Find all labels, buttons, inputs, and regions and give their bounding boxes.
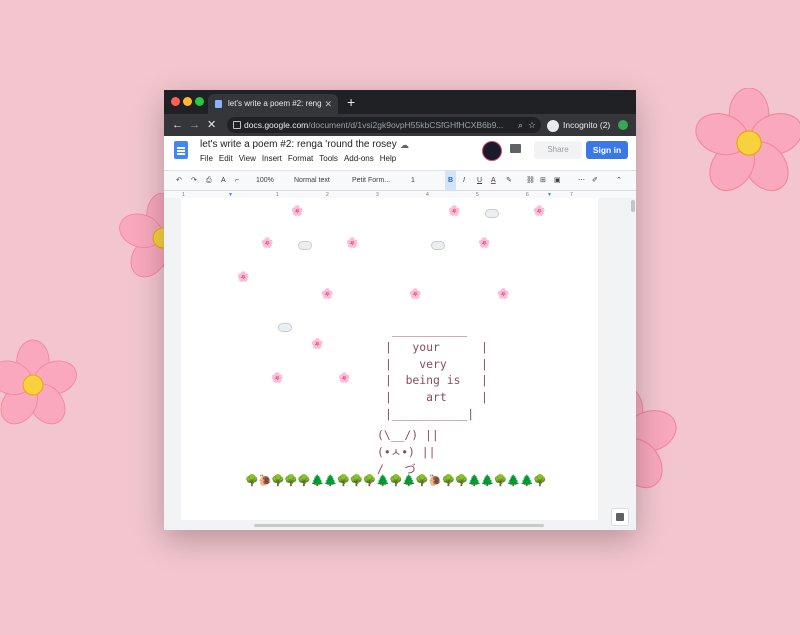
editing-mode-icon[interactable]: ✐ [592, 171, 598, 190]
petal-emoji: 🌸 [338, 373, 351, 384]
italic-button[interactable]: I [463, 171, 465, 190]
add-comment-icon[interactable]: ⊞ [540, 171, 546, 190]
more-options-button[interactable]: ⋯ [578, 171, 585, 190]
cloud-emoji [298, 241, 312, 250]
browser-window: let's write a poem #2: renga 'ro ✕ + ← →… [164, 90, 636, 530]
docs-favicon-icon [215, 100, 222, 108]
bunny-line: (\__/) || [377, 428, 439, 442]
spellcheck-icon[interactable]: A [221, 171, 226, 190]
forward-button[interactable]: → [189, 117, 200, 133]
petal-emoji: 🌸 [271, 373, 284, 384]
share-button[interactable]: Share [534, 141, 582, 159]
link-icon[interactable]: ⛓ [526, 171, 535, 190]
document-page[interactable]: 🌸 🌸 🌸 🌸 🌸 🌸 🌸 🌸 🌸 🌸 🌸 🌸 🌸 ___________ | … [181, 198, 598, 520]
petal-emoji: 🌸 [478, 238, 491, 249]
document-canvas: 🌸 🌸 🌸 🌸 🌸 🌸 🌸 🌸 🌸 🌸 🌸 🌸 🌸 ___________ | … [164, 198, 636, 530]
zoom-window-button[interactable] [195, 97, 204, 106]
menu-view[interactable]: View [239, 154, 256, 163]
text-color-button[interactable]: A [491, 171, 496, 190]
underline-button[interactable]: U [477, 171, 482, 190]
address-bar[interactable]: docs.google.com/document/d/1vsi2gk9ovpH5… [227, 117, 541, 133]
address-bar-row: ← → ✕ docs.google.com/document/d/1vsi2gk… [164, 114, 636, 136]
lock-icon [233, 121, 241, 129]
collaborator-avatar[interactable] [482, 141, 502, 161]
vertical-scrollbar[interactable] [630, 198, 636, 530]
bunny-line: (•ㅅ•) || [377, 444, 436, 459]
cloud-emoji [431, 241, 445, 250]
cloud-saved-icon[interactable]: ☁ [400, 140, 409, 151]
cloud-emoji [278, 323, 292, 332]
extension-icon[interactable] [618, 120, 628, 130]
petal-emoji: 🌸 [346, 238, 359, 249]
poem-box-bottom: |___________| [385, 406, 475, 421]
poem-line: | your | [385, 339, 488, 354]
petal-emoji: 🌸 [237, 272, 250, 283]
font-select[interactable]: Petit Form... [352, 171, 390, 190]
print-icon[interactable]: ⎙ [206, 171, 212, 190]
formatting-toolbar: ↶ ↷ ⎙ A ⌐ 100% Normal text Petit Form...… [164, 171, 636, 191]
bookmark-star-icon[interactable]: ☆ [528, 117, 536, 133]
poem-box-top: ___________ [385, 323, 468, 337]
comment-history-icon[interactable] [510, 144, 521, 153]
incognito-profile-button[interactable]: Incognito (2) [547, 117, 610, 133]
menu-file[interactable]: File [200, 154, 213, 163]
menu-tools[interactable]: Tools [319, 154, 338, 163]
incognito-icon [547, 119, 559, 132]
tab-title: let's write a poem #2: renga 'ro [228, 99, 322, 108]
poem-line: | very | [385, 356, 488, 371]
paint-format-icon[interactable]: ⌐ [235, 171, 239, 190]
new-tab-button[interactable]: + [347, 92, 355, 112]
menu-insert[interactable]: Insert [262, 154, 282, 163]
highlight-icon[interactable]: ✎ [506, 171, 512, 190]
minimize-window-button[interactable] [183, 97, 192, 106]
insert-image-icon[interactable]: ▣ [554, 171, 561, 190]
redo-icon[interactable]: ↷ [191, 171, 197, 190]
url-path: /document/d/1vsi2gk9ovpH55kbCSfGHfHCXB6b… [308, 120, 504, 130]
google-docs-icon[interactable] [174, 141, 188, 159]
cherry-blossom-decoration [694, 88, 800, 198]
style-select[interactable]: Normal text [294, 171, 330, 190]
back-button[interactable]: ← [172, 117, 183, 133]
menu-help[interactable]: Help [380, 154, 396, 163]
url-text: docs.google.com/document/d/1vsi2gk9ovpH5… [244, 117, 503, 133]
poem-line: | art | [385, 390, 488, 405]
docs-header: let's write a poem #2: renga 'round the … [164, 136, 636, 171]
ascii-poem: ___________ | your | | very | | being is… [385, 322, 488, 423]
menu-addons[interactable]: Add-ons [344, 154, 374, 163]
zoom-select[interactable]: 100% [256, 171, 274, 190]
close-window-button[interactable] [171, 97, 180, 106]
petal-emoji: 🌸 [261, 238, 274, 249]
explore-icon [616, 513, 624, 521]
horizontal-scrollbar[interactable] [254, 524, 544, 527]
undo-icon[interactable]: ↶ [176, 171, 182, 190]
tab-close-icon[interactable]: ✕ [324, 94, 332, 114]
cloud-emoji [485, 209, 499, 218]
explore-button[interactable] [611, 508, 629, 526]
browser-tab[interactable]: let's write a poem #2: renga 'ro ✕ [208, 94, 338, 114]
petal-emoji: 🌸 [311, 339, 324, 350]
incognito-label: Incognito (2) [563, 120, 611, 130]
tree-row-emoji: 🌳🐌🌳🌳🌳🌲🌲🌳🌳🌳🌲🌳🌲🌳🐌🌳🌳🌲🌲🌳🌲🌲🌳 [245, 475, 547, 487]
petal-emoji: 🌸 [321, 289, 334, 300]
petal-emoji: 🌸 [291, 206, 304, 217]
petal-emoji: 🌸 [533, 206, 546, 217]
menu-bar: File Edit View Insert Format Tools Add-ons Help [200, 154, 402, 163]
poem-line: | being is | [385, 373, 488, 388]
stop-loading-button[interactable]: ✕ [207, 117, 216, 133]
collapse-menu-button[interactable]: ⌃ [616, 171, 622, 190]
document-title[interactable]: let's write a poem #2: renga 'round the … [200, 139, 397, 150]
menu-edit[interactable]: Edit [219, 154, 233, 163]
tab-bar: let's write a poem #2: renga 'ro ✕ + [164, 90, 636, 114]
menu-format[interactable]: Format [288, 154, 313, 163]
petal-emoji: 🌸 [448, 206, 461, 217]
petal-emoji: 🌸 [497, 289, 510, 300]
ascii-bunny: (\__/) || (•ㅅ•) || / づ [377, 427, 439, 477]
sign-in-button[interactable]: Sign in [586, 141, 628, 159]
bold-button[interactable]: B [445, 171, 457, 190]
font-size-select[interactable]: 1 [411, 171, 415, 190]
petal-emoji: 🌸 [409, 289, 422, 300]
url-domain: docs.google.com [244, 120, 309, 130]
search-icon[interactable]: ⌕ [518, 117, 523, 133]
cherry-blossom-decoration [0, 330, 78, 440]
